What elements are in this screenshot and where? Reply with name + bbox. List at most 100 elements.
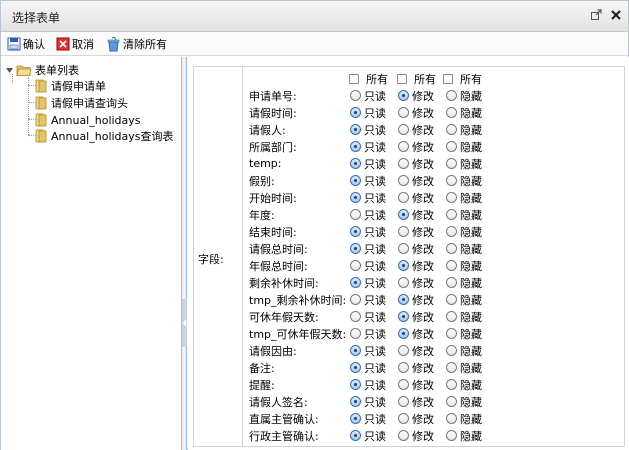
panel-splitter[interactable] [182,57,187,450]
readonly-option[interactable]: 只读 [350,292,395,308]
edit-radio[interactable] [398,396,409,407]
hidden-option[interactable]: 隐藏 [446,377,491,393]
edit-option[interactable]: 修改 [398,173,443,189]
hidden-radio[interactable] [446,192,457,203]
edit-option[interactable]: 修改 [398,156,443,172]
hidden-option[interactable]: 隐藏 [446,207,491,223]
hidden-radio[interactable] [446,328,457,339]
readonly-radio[interactable] [350,345,361,356]
readonly-option[interactable]: 只读 [350,241,395,257]
hidden-radio[interactable] [446,362,457,373]
popout-icon[interactable] [590,9,604,23]
edit-radio[interactable] [398,328,409,339]
edit-radio[interactable] [398,379,409,390]
confirm-button[interactable]: 确认 [7,36,45,52]
hidden-radio[interactable] [446,243,457,254]
readonly-option[interactable]: 只读 [350,326,395,342]
readonly-radio[interactable] [350,243,361,254]
readonly-option[interactable]: 只读 [350,377,395,393]
hidden-radio[interactable] [446,209,457,220]
hidden-option[interactable]: 隐藏 [446,241,491,257]
select-all-edit-checkbox[interactable] [397,74,407,84]
tree-root[interactable]: 表单列表 [5,62,79,78]
readonly-option[interactable]: 只读 [350,360,395,376]
readonly-option[interactable]: 只读 [350,156,395,172]
edit-radio[interactable] [398,362,409,373]
edit-option[interactable]: 修改 [398,139,443,155]
tree-item-annual-holidays-query[interactable]: Annual_holidays查询表 [34,128,174,144]
select-all-readonly-checkbox[interactable] [349,74,359,84]
hidden-radio[interactable] [446,107,457,118]
readonly-option[interactable]: 只读 [350,139,395,155]
edit-radio[interactable] [398,243,409,254]
hidden-option[interactable]: 隐藏 [446,156,491,172]
readonly-option[interactable]: 只读 [350,309,395,325]
readonly-radio[interactable] [350,90,361,101]
readonly-option[interactable]: 只读 [350,343,395,359]
hidden-radio[interactable] [446,226,457,237]
hidden-option[interactable]: 隐藏 [446,292,491,308]
readonly-radio[interactable] [350,430,361,441]
edit-option[interactable]: 修改 [398,190,443,206]
readonly-option[interactable]: 只读 [350,275,395,291]
select-all-hidden[interactable]: 所有 [443,72,482,86]
readonly-option[interactable]: 只读 [350,88,395,104]
collapse-toggle-icon[interactable] [5,66,14,75]
readonly-option[interactable]: 只读 [350,122,395,138]
edit-radio[interactable] [398,107,409,118]
edit-option[interactable]: 修改 [398,224,443,240]
edit-option[interactable]: 修改 [398,241,443,257]
edit-radio[interactable] [398,345,409,356]
hidden-option[interactable]: 隐藏 [446,394,491,410]
readonly-radio[interactable] [350,260,361,271]
edit-option[interactable]: 修改 [398,88,443,104]
readonly-radio[interactable] [350,141,361,152]
hidden-radio[interactable] [446,277,457,288]
edit-option[interactable]: 修改 [398,428,443,444]
edit-option[interactable]: 修改 [398,292,443,308]
hidden-radio[interactable] [446,124,457,135]
hidden-option[interactable]: 隐藏 [446,258,491,274]
hidden-radio[interactable] [446,430,457,441]
readonly-radio[interactable] [350,328,361,339]
cancel-button[interactable]: 取消 [56,36,94,52]
hidden-radio[interactable] [446,413,457,424]
hidden-radio[interactable] [446,379,457,390]
edit-radio[interactable] [398,124,409,135]
edit-radio[interactable] [398,413,409,424]
edit-option[interactable]: 修改 [398,343,443,359]
edit-option[interactable]: 修改 [398,122,443,138]
tree-item-leave-query-header[interactable]: 请假申请查询头 [34,95,128,111]
readonly-option[interactable]: 只读 [350,190,395,206]
hidden-option[interactable]: 隐藏 [446,105,491,121]
hidden-option[interactable]: 隐藏 [446,275,491,291]
hidden-radio[interactable] [446,396,457,407]
select-all-readonly[interactable]: 所有 [349,72,388,86]
select-all-hidden-checkbox[interactable] [443,74,453,84]
select-all-edit[interactable]: 所有 [397,72,436,86]
edit-radio[interactable] [398,90,409,101]
hidden-radio[interactable] [446,141,457,152]
readonly-radio[interactable] [350,107,361,118]
hidden-option[interactable]: 隐藏 [446,190,491,206]
edit-radio[interactable] [398,175,409,186]
edit-radio[interactable] [398,430,409,441]
edit-option[interactable]: 修改 [398,258,443,274]
readonly-option[interactable]: 只读 [350,428,395,444]
readonly-option[interactable]: 只读 [350,411,395,427]
tree-item-annual-holidays[interactable]: Annual_holidays [34,112,141,128]
readonly-option[interactable]: 只读 [350,173,395,189]
edit-option[interactable]: 修改 [398,309,443,325]
hidden-radio[interactable] [446,294,457,305]
readonly-radio[interactable] [350,124,361,135]
hidden-radio[interactable] [446,90,457,101]
hidden-radio[interactable] [446,158,457,169]
hidden-radio[interactable] [446,175,457,186]
hidden-option[interactable]: 隐藏 [446,309,491,325]
readonly-radio[interactable] [350,158,361,169]
tree-item-leave-application[interactable]: 请假申请单 [34,78,106,94]
readonly-radio[interactable] [350,226,361,237]
edit-option[interactable]: 修改 [398,394,443,410]
edit-option[interactable]: 修改 [398,326,443,342]
readonly-radio[interactable] [350,209,361,220]
